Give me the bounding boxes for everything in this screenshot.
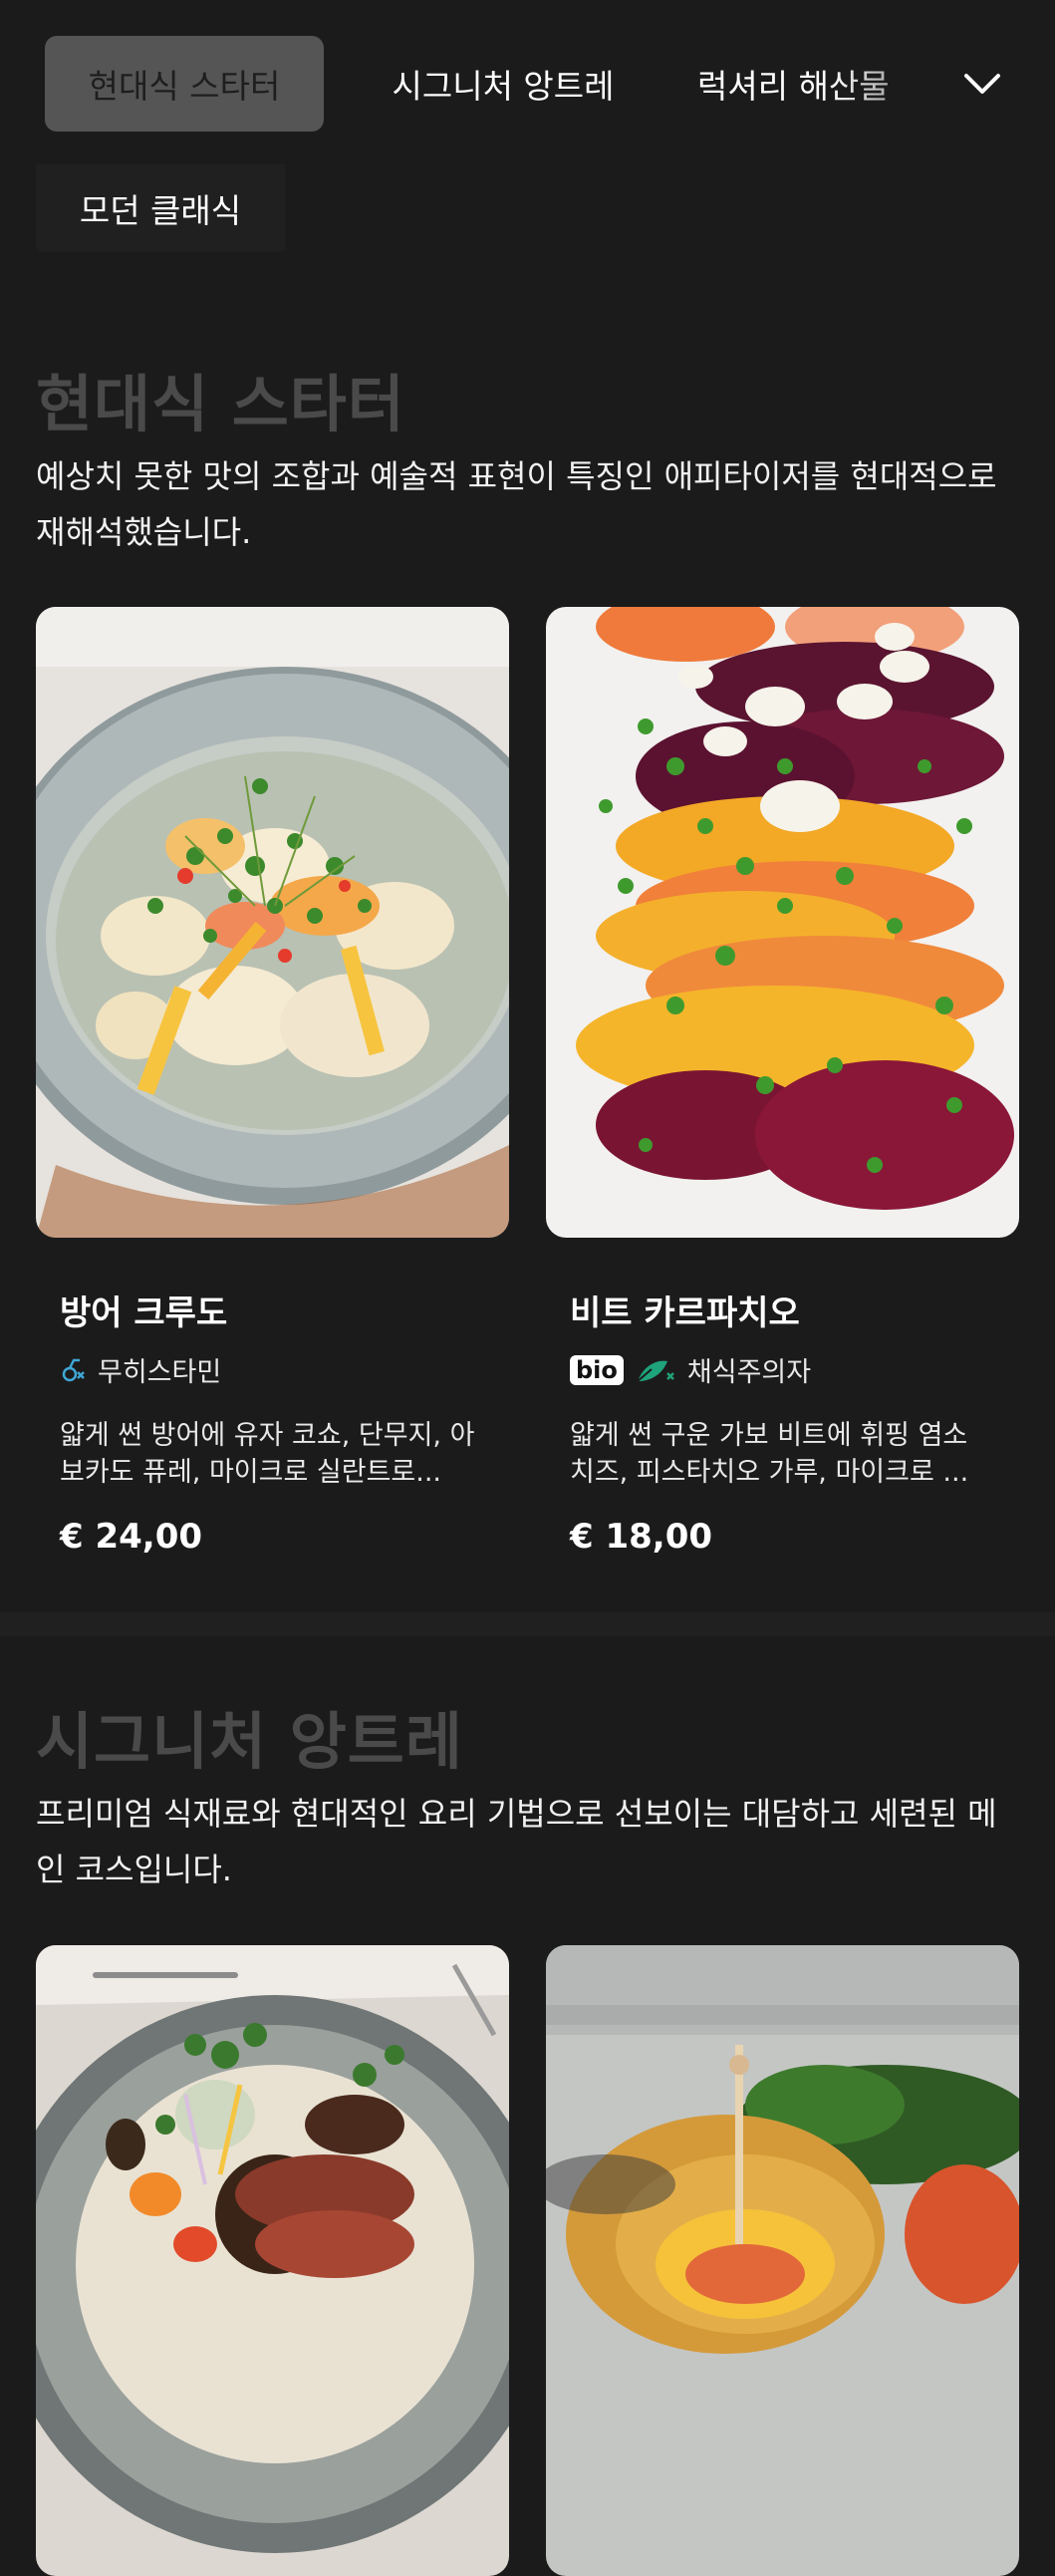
bio-badge: bio bbox=[570, 1354, 624, 1385]
beet-carpaccio-photo[interactable] bbox=[546, 607, 1019, 1238]
dish-name[interactable]: 방어 크루도 bbox=[60, 1286, 227, 1334]
dish-tags: bio 채식주의자 bbox=[570, 1350, 811, 1389]
yellowtail-crudo-photo[interactable] bbox=[36, 607, 509, 1238]
dish-price: € 24,00 bbox=[60, 1517, 203, 1557]
dish-tags: 무히스타민 bbox=[60, 1350, 221, 1389]
dish-price: € 18,00 bbox=[570, 1517, 713, 1557]
vegetarian-leaf-icon bbox=[637, 1360, 674, 1382]
dish-description: 얇게 썬 구운 가보 비트에 휘핑 염소 치즈, 피스타치오 가루, 마이크로 … bbox=[570, 1420, 969, 1488]
tab-modern-starters[interactable]: 현대식 스타터 bbox=[45, 36, 324, 132]
chevron-down-icon[interactable] bbox=[958, 60, 1006, 108]
tag-label: 채식주의자 bbox=[686, 1357, 812, 1388]
section-description: 프리미엄 식재료와 현대적인 요리 기법으로 선보이는 대담하고 세련된 메인 … bbox=[36, 1795, 997, 1888]
section-title: 시그니처 앙트레 bbox=[36, 1705, 463, 1778]
tab-luxury-seafood[interactable]: 럭셔리 해산물 bbox=[697, 36, 936, 132]
dish-description: 얇게 썬 방어에 유자 코쇼, 단무지, 아보카도 퓨레, 마이크로 실란트로.… bbox=[60, 1420, 475, 1488]
section-divider bbox=[0, 1612, 1055, 1636]
category-nav: 현대식 스타터 시그니처 앙트레 럭셔리 해산물 bbox=[0, 0, 1055, 164]
tab-signature-entrees[interactable]: 시그니처 앙트레 bbox=[359, 36, 648, 132]
stuffed-bread-photo[interactable] bbox=[546, 1945, 1019, 2576]
section-description: 예상치 못한 맛의 조합과 예술적 표현이 특징인 애피타이저를 현대적으로 재… bbox=[36, 457, 997, 551]
tag-label: 무히스타민 bbox=[98, 1357, 222, 1388]
steak-entree-photo[interactable] bbox=[36, 1945, 509, 2576]
tab-modern-classics[interactable]: 모던 클래식 bbox=[36, 164, 285, 252]
histamine-free-icon bbox=[62, 1358, 85, 1381]
section-title: 현대식 스타터 bbox=[36, 368, 405, 440]
dish-name[interactable]: 비트 카르파치오 bbox=[570, 1286, 800, 1334]
